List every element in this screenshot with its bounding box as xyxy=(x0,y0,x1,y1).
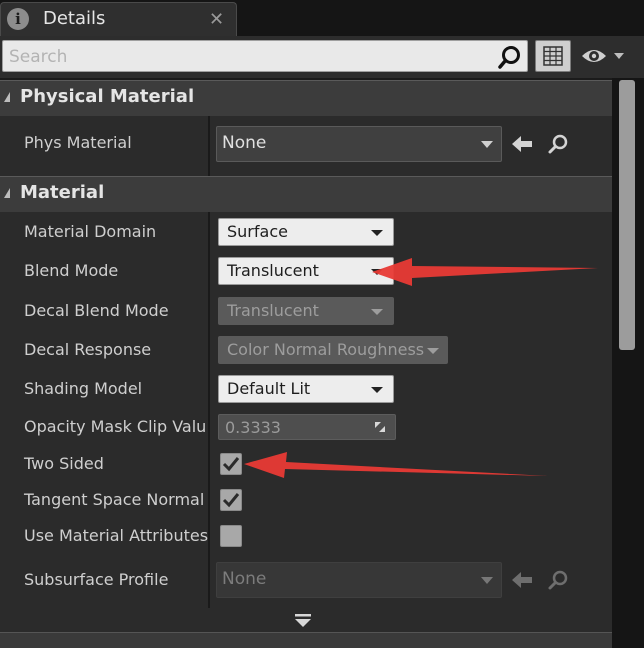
browse-search-icon[interactable] xyxy=(547,568,573,594)
eye-icon xyxy=(582,50,624,62)
close-icon[interactable]: ✕ xyxy=(209,9,224,30)
phys-material-picker[interactable]: None xyxy=(216,126,502,162)
tangent-space-normal-checkbox[interactable] xyxy=(220,489,242,511)
tab-details[interactable]: i Details ✕ xyxy=(0,2,237,36)
drag-resize-icon[interactable] xyxy=(373,420,387,434)
physical-material-body: Phys Material None xyxy=(0,116,612,176)
use-selected-arrow-icon[interactable] xyxy=(510,568,536,594)
expand-advanced-icon[interactable] xyxy=(292,613,314,629)
tangent-space-normal-label: Tangent Space Normal xyxy=(24,490,205,509)
subsurface-profile-picker[interactable]: None xyxy=(216,562,502,598)
info-icon: i xyxy=(7,8,29,30)
use-material-attributes-label: Use Material Attributes xyxy=(24,526,209,545)
blend-mode-value: Translucent xyxy=(227,261,319,280)
chevron-down-icon xyxy=(371,230,383,236)
decal-blend-mode-value: Translucent xyxy=(227,301,319,320)
checkmark-icon xyxy=(222,493,240,508)
search-icon[interactable] xyxy=(497,44,523,70)
category-material[interactable]: Material xyxy=(0,176,612,212)
scrollbar[interactable] xyxy=(612,78,644,648)
two-sided-label: Two Sided xyxy=(24,454,104,473)
subsurface-profile-label: Subsurface Profile xyxy=(24,570,169,589)
category-title: Material xyxy=(20,182,105,203)
decal-response-value: Color Normal Roughness xyxy=(227,340,425,359)
opacity-mask-clip-input[interactable]: 0.3333 xyxy=(218,414,396,440)
decal-response-label: Decal Response xyxy=(24,340,152,359)
chevron-down-icon xyxy=(614,53,624,59)
chevron-down-icon xyxy=(481,141,493,148)
material-domain-dropdown[interactable]: Surface xyxy=(218,218,394,246)
column-divider[interactable] xyxy=(208,212,210,608)
material-body: Material Domain Surface Blend Mode Trans… xyxy=(0,212,612,632)
collapse-arrow-icon xyxy=(4,92,10,102)
subsurface-profile-value: None xyxy=(222,569,267,589)
chevron-down-icon xyxy=(427,348,439,354)
scrollbar-thumb[interactable] xyxy=(619,80,635,350)
blend-mode-dropdown[interactable]: Translucent xyxy=(218,257,394,285)
use-selected-arrow-icon[interactable] xyxy=(510,132,536,158)
opacity-mask-clip-value: 0.3333 xyxy=(225,418,281,437)
material-domain-label: Material Domain xyxy=(24,222,157,241)
phys-material-value: None xyxy=(222,133,267,153)
chevron-down-icon xyxy=(371,309,383,315)
collapse-arrow-icon xyxy=(4,188,10,198)
use-material-attributes-checkbox[interactable] xyxy=(220,525,242,547)
category-physical-material[interactable]: Physical Material xyxy=(0,80,612,116)
next-category-header[interactable] xyxy=(0,632,612,648)
search-box[interactable] xyxy=(2,40,528,72)
visibility-options-button[interactable] xyxy=(578,42,632,70)
material-domain-value: Surface xyxy=(227,222,288,241)
shading-model-value: Default Lit xyxy=(227,379,311,398)
blend-mode-label: Blend Mode xyxy=(24,261,119,280)
decal-blend-mode-dropdown[interactable]: Translucent xyxy=(218,297,394,325)
two-sided-checkbox[interactable] xyxy=(220,453,242,475)
decal-response-dropdown[interactable]: Color Normal Roughness xyxy=(218,336,448,364)
search-row xyxy=(0,36,644,78)
checkmark-icon xyxy=(222,457,240,472)
phys-material-label: Phys Material xyxy=(24,133,132,152)
tab-title: Details xyxy=(43,8,106,29)
opacity-mask-clip-label: Opacity Mask Clip Valu xyxy=(24,417,206,436)
category-title: Physical Material xyxy=(20,86,195,107)
property-matrix-button[interactable] xyxy=(535,40,571,72)
chevron-down-icon xyxy=(371,387,383,393)
tab-bar: i Details ✕ xyxy=(0,0,644,36)
property-matrix-icon xyxy=(543,46,563,66)
search-input[interactable] xyxy=(7,44,491,70)
chevron-down-icon xyxy=(371,269,383,275)
decal-blend-mode-label: Decal Blend Mode xyxy=(24,301,169,320)
browse-search-icon[interactable] xyxy=(547,132,573,158)
shading-model-label: Shading Model xyxy=(24,379,143,398)
shading-model-dropdown[interactable]: Default Lit xyxy=(218,375,394,403)
chevron-down-icon xyxy=(481,577,493,584)
column-divider[interactable] xyxy=(208,116,210,176)
